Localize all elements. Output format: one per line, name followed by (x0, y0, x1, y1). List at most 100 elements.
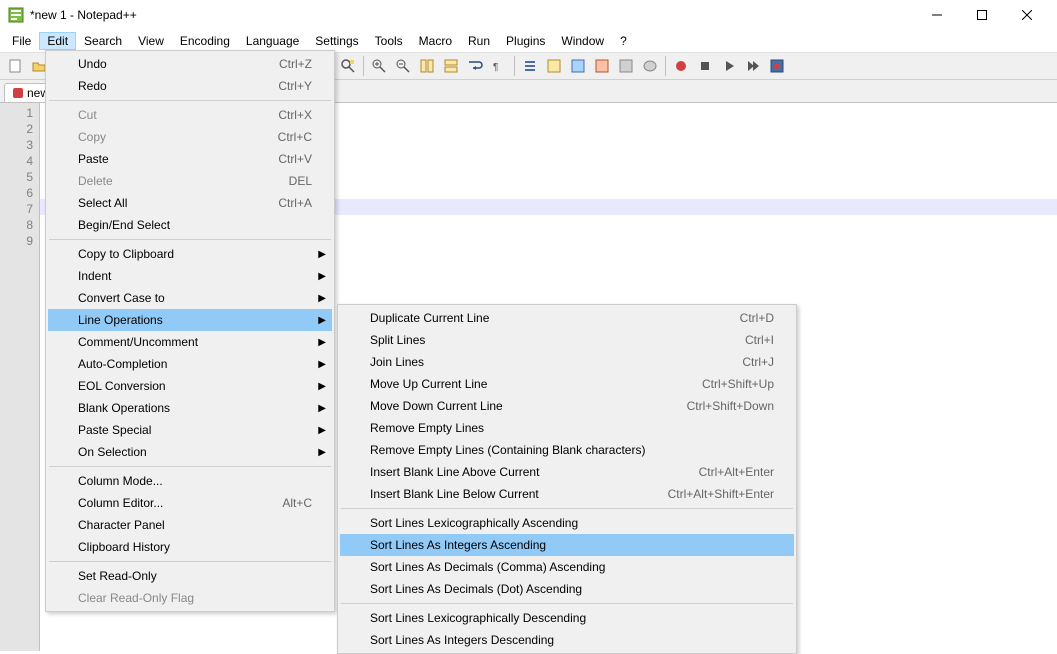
menu-run[interactable]: Run (460, 32, 498, 50)
close-button[interactable] (1004, 0, 1049, 30)
menu-item-label: Remove Empty Lines (Containing Blank cha… (370, 443, 774, 457)
zoom-in-icon[interactable] (368, 55, 390, 77)
window-controls (914, 0, 1049, 30)
play-macro-icon[interactable] (718, 55, 740, 77)
lineops-item-insert-blank-line-below-current[interactable]: Insert Blank Line Below Current Ctrl+Alt+… (340, 483, 794, 505)
play-multi-icon[interactable] (742, 55, 764, 77)
menu-settings[interactable]: Settings (307, 32, 366, 50)
edit-item-auto-completion[interactable]: Auto-Completion▶ (48, 353, 332, 375)
udl-icon[interactable] (543, 55, 565, 77)
sync-h-icon[interactable] (440, 55, 462, 77)
lineops-item-sort-lines-as-decimals-dot-ascending[interactable]: Sort Lines As Decimals (Dot) Ascending (340, 578, 794, 600)
menu-item-label: Auto-Completion (78, 357, 312, 371)
menu-item-label: Insert Blank Line Above Current (370, 465, 669, 479)
edit-item-blank-operations[interactable]: Blank Operations▶ (48, 397, 332, 419)
submenu-arrow-icon: ▶ (318, 293, 326, 304)
menu-item-shortcut: Ctrl+Alt+Shift+Enter (668, 487, 774, 501)
menu-item-label: Column Editor... (78, 496, 252, 510)
menu-language[interactable]: Language (238, 32, 307, 50)
menu-item-label: Sort Lines As Integers Descending (370, 633, 774, 647)
edit-item-column-editor[interactable]: Column Editor... Alt+C (48, 492, 332, 514)
lineops-item-sort-lines-lexicographically-ascending[interactable]: Sort Lines Lexicographically Ascending (340, 512, 794, 534)
line-number: 9 (2, 233, 33, 249)
new-file-icon[interactable] (4, 55, 26, 77)
edit-item-eol-conversion[interactable]: EOL Conversion▶ (48, 375, 332, 397)
folder-workspace-icon[interactable] (639, 55, 661, 77)
lineops-item-sort-lines-as-integers-descending[interactable]: Sort Lines As Integers Descending (340, 629, 794, 651)
lineops-separator (341, 603, 793, 604)
lineops-item-sort-lines-as-integers-ascending[interactable]: Sort Lines As Integers Ascending (340, 534, 794, 556)
line-number: 2 (2, 121, 33, 137)
lineops-item-move-up-current-line[interactable]: Move Up Current LineCtrl+Shift+Up (340, 373, 794, 395)
menu-plugins[interactable]: Plugins (498, 32, 553, 50)
sync-v-icon[interactable] (416, 55, 438, 77)
menu-macro[interactable]: Macro (411, 32, 460, 50)
show-all-icon[interactable]: ¶ (488, 55, 510, 77)
edit-item-set-read-only[interactable]: Set Read-Only (48, 565, 332, 587)
indent-guide-icon[interactable] (519, 55, 541, 77)
stop-macro-icon[interactable] (694, 55, 716, 77)
menu-item-label: Blank Operations (78, 401, 312, 415)
edit-item-line-operations[interactable]: Line Operations▶ (48, 309, 332, 331)
menu-[interactable]: ? (612, 32, 635, 50)
menu-tools[interactable]: Tools (367, 32, 411, 50)
line-operations-submenu: Duplicate Current LineCtrl+DSplit LinesC… (337, 304, 797, 654)
edit-item-comment-uncomment[interactable]: Comment/Uncomment▶ (48, 331, 332, 353)
svg-text:¶: ¶ (493, 62, 498, 73)
lineops-item-remove-empty-lines[interactable]: Remove Empty Lines (340, 417, 794, 439)
menu-item-shortcut: Ctrl+I (745, 333, 774, 347)
menu-item-label: Delete (78, 174, 259, 188)
edit-item-column-mode[interactable]: Column Mode... (48, 470, 332, 492)
menu-item-label: Convert Case to (78, 291, 312, 305)
replace-icon[interactable] (337, 55, 359, 77)
menu-item-shortcut: Ctrl+J (742, 355, 774, 369)
app-icon (8, 7, 24, 23)
edit-item-select-all[interactable]: Select AllCtrl+A (48, 192, 332, 214)
menu-edit[interactable]: Edit (39, 32, 76, 50)
menu-item-label: Sort Lines Lexicographically Ascending (370, 516, 774, 530)
menu-window[interactable]: Window (553, 32, 612, 50)
edit-item-indent[interactable]: Indent▶ (48, 265, 332, 287)
edit-item-redo[interactable]: RedoCtrl+Y (48, 75, 332, 97)
submenu-arrow-icon: ▶ (318, 249, 326, 260)
wrap-icon[interactable] (464, 55, 486, 77)
record-macro-icon[interactable] (670, 55, 692, 77)
save-macro-icon[interactable] (766, 55, 788, 77)
menu-item-label: Column Mode... (78, 474, 312, 488)
menu-search[interactable]: Search (76, 32, 130, 50)
func-list-icon[interactable] (615, 55, 637, 77)
edit-item-paste[interactable]: PasteCtrl+V (48, 148, 332, 170)
title-bar: *new 1 - Notepad++ (0, 0, 1057, 30)
edit-item-copy-to-clipboard[interactable]: Copy to Clipboard▶ (48, 243, 332, 265)
lineops-item-remove-empty-lines-containing-blank-characters[interactable]: Remove Empty Lines (Containing Blank cha… (340, 439, 794, 461)
edit-item-undo[interactable]: UndoCtrl+Z (48, 53, 332, 75)
menu-item-label: Move Up Current Line (370, 377, 672, 391)
edit-item-convert-case-to[interactable]: Convert Case to ▶ (48, 287, 332, 309)
line-number: 5 (2, 169, 33, 185)
menu-item-label: On Selection (78, 445, 312, 459)
edit-item-character-panel[interactable]: Character Panel (48, 514, 332, 536)
menu-item-label: Insert Blank Line Below Current (370, 487, 638, 501)
submenu-arrow-icon: ▶ (318, 337, 326, 348)
menu-view[interactable]: View (130, 32, 172, 50)
lineops-item-duplicate-current-line[interactable]: Duplicate Current LineCtrl+D (340, 307, 794, 329)
lineops-item-sort-lines-as-decimals-comma-ascending[interactable]: Sort Lines As Decimals (Comma) Ascending (340, 556, 794, 578)
edit-item-on-selection[interactable]: On Selection▶ (48, 441, 332, 463)
edit-item-begin-end-select[interactable]: Begin/End Select (48, 214, 332, 236)
lineops-item-move-down-current-line[interactable]: Move Down Current LineCtrl+Shift+Down (340, 395, 794, 417)
menu-item-shortcut: Alt+C (282, 496, 312, 510)
menu-file[interactable]: File (4, 32, 39, 50)
lineops-item-insert-blank-line-above-current[interactable]: Insert Blank Line Above CurrentCtrl+Alt+… (340, 461, 794, 483)
maximize-button[interactable] (959, 0, 1004, 30)
edit-item-paste-special[interactable]: Paste Special▶ (48, 419, 332, 441)
menu-encoding[interactable]: Encoding (172, 32, 238, 50)
lineops-item-join-lines[interactable]: Join LinesCtrl+J (340, 351, 794, 373)
lineops-item-sort-lines-lexicographically-descending[interactable]: Sort Lines Lexicographically Descending (340, 607, 794, 629)
minimize-button[interactable] (914, 0, 959, 30)
edit-item-clipboard-history[interactable]: Clipboard History (48, 536, 332, 558)
zoom-out-icon[interactable] (392, 55, 414, 77)
menu-item-shortcut: Ctrl+D (740, 311, 774, 325)
lineops-item-split-lines[interactable]: Split LinesCtrl+I (340, 329, 794, 351)
doc-list-icon[interactable] (591, 55, 613, 77)
doc-map-icon[interactable] (567, 55, 589, 77)
